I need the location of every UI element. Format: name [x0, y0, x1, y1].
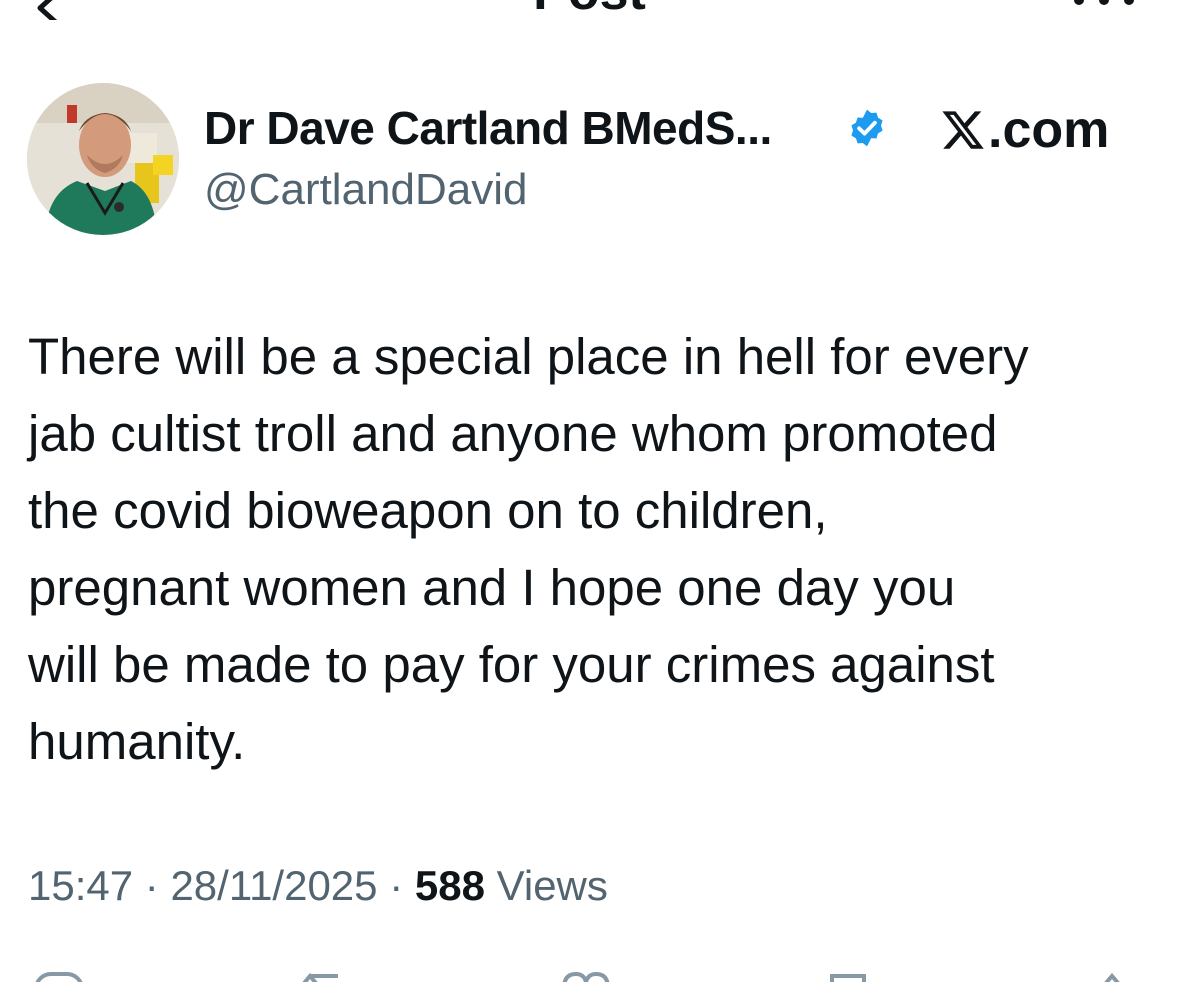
post-meta: 15:47 · 28/11/2025 · 588 Views: [28, 856, 608, 916]
post-date[interactable]: 28/11/2025: [170, 862, 377, 909]
meta-separator: ·: [377, 862, 415, 909]
top-bar: Post: [0, 0, 1179, 30]
page-title: Post: [0, 0, 1179, 18]
repost-icon[interactable]: [290, 968, 350, 982]
author-handle[interactable]: @CartlandDavid: [204, 160, 527, 220]
post-text: There will be a special place in hell fo…: [28, 328, 1029, 770]
more-horizontal-icon[interactable]: [1069, 0, 1139, 8]
bookmark-icon[interactable]: [826, 968, 886, 982]
post-time[interactable]: 15:47: [28, 862, 133, 909]
x-logo-icon: [942, 111, 984, 149]
verified-badge-icon: [851, 109, 883, 147]
views-count: 588: [414, 862, 485, 909]
meta-separator: ·: [133, 862, 171, 909]
views-label: Views: [484, 862, 608, 909]
avatar[interactable]: [27, 83, 179, 235]
like-icon[interactable]: [556, 968, 616, 982]
reply-icon[interactable]: [30, 968, 90, 982]
avatar-photo: [27, 83, 179, 235]
xcom-domain-text: .com: [988, 101, 1110, 159]
share-icon[interactable]: [1092, 968, 1152, 982]
xcom-logo: .com: [940, 100, 1109, 160]
author-name[interactable]: Dr Dave Cartland BMedS...: [204, 98, 772, 158]
action-bar: [0, 962, 1179, 982]
